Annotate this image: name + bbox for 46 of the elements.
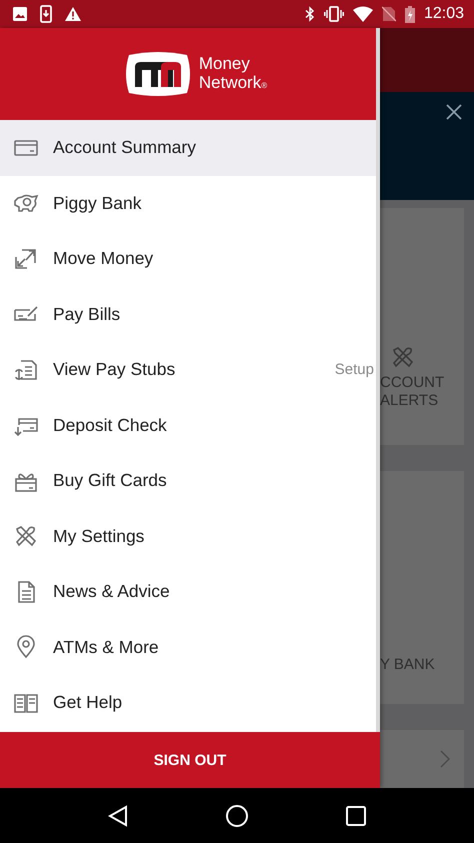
home-icon[interactable]: [224, 804, 249, 828]
close-icon[interactable]: [446, 104, 462, 120]
battery-charging-icon: [404, 6, 415, 22]
chevron-right-icon: [440, 750, 450, 768]
menu-item[interactable]: Deposit Check: [0, 398, 376, 453]
logo-text: Network®: [198, 72, 268, 94]
image-icon: [12, 6, 28, 22]
card-title: ALERTS: [380, 392, 438, 410]
menu-item-label: View Pay Stubs: [53, 359, 176, 380]
menu-item-label: ATMs & More: [53, 636, 160, 658]
menu-item[interactable]: Get Help: [0, 675, 376, 730]
menu-item-label: Account Summary: [53, 137, 197, 158]
menu-item-label: Buy Gift Cards: [53, 470, 168, 492]
menu-item-label: Piggy Bank: [53, 192, 143, 214]
vibrate-icon: [324, 6, 344, 22]
tools-icon: [13, 524, 39, 548]
card-title: Y BANK: [380, 656, 435, 674]
menu-item[interactable]: Move Money: [0, 231, 376, 286]
menu-item[interactable]: News & Advice: [0, 564, 376, 620]
menu-item[interactable]: Piggy Bank: [0, 176, 376, 231]
no-sim-icon: [382, 6, 396, 22]
menu-item[interactable]: Pay Bills: [0, 286, 376, 342]
menu-item[interactable]: ATMs & More: [0, 620, 376, 675]
clock-time: 12:03: [424, 5, 464, 23]
recents-icon[interactable]: [346, 806, 366, 826]
setup-label: Setup: [334, 361, 374, 378]
menu-item[interactable]: Buy Gift Cards: [0, 453, 376, 508]
bluetooth-icon: [304, 6, 315, 22]
document-dollar-icon: [13, 358, 39, 382]
sign-out-button[interactable]: SIGN OUT: [0, 732, 380, 788]
menu-item-label: My Settings: [53, 526, 146, 547]
menu-item[interactable]: Account Summary: [0, 120, 376, 176]
menu-item-label: Move Money: [53, 248, 154, 270]
back-icon[interactable]: [108, 804, 128, 826]
menu-item[interactable]: My Settings: [0, 508, 376, 564]
logo-text: Money: [198, 54, 251, 72]
card-title: CCOUNT: [380, 374, 444, 392]
phone-download-icon: [40, 5, 52, 23]
menu-item-label: Deposit Check: [53, 414, 168, 436]
menu-item-label: Get Help: [53, 692, 124, 714]
menu-item-label: Pay Bills: [53, 304, 122, 325]
menu-item[interactable]: View Pay Stubs Setup: [0, 342, 376, 398]
arrows-icon: [13, 246, 39, 271]
wifi-icon: [352, 6, 373, 22]
warning-icon: [64, 6, 82, 22]
menu-item-label: News & Advice: [53, 581, 171, 602]
